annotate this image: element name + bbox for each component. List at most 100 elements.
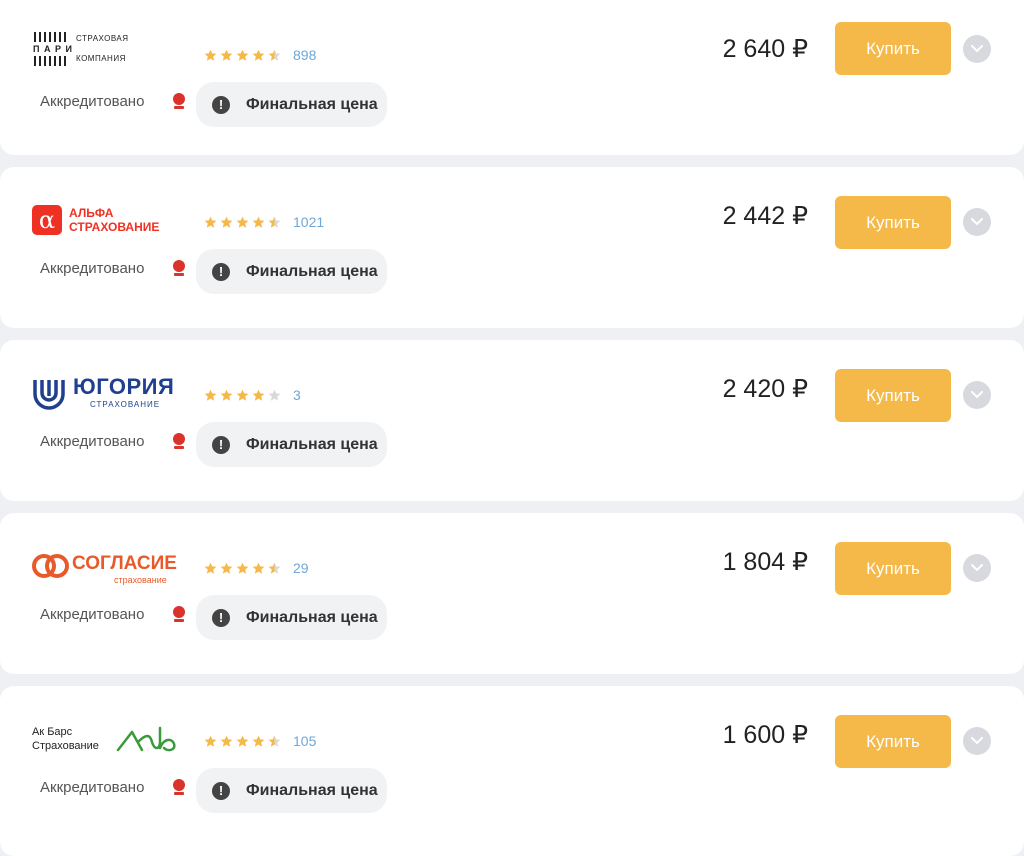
review-count[interactable]: 3 xyxy=(293,387,301,403)
star-icon xyxy=(252,49,265,61)
final-price-badge[interactable]: ! Финальная цена xyxy=(196,768,387,813)
info-icon: ! xyxy=(212,262,230,281)
rating: 105 xyxy=(204,732,316,750)
rating-stars xyxy=(204,735,281,748)
logo-text-top: АЛЬФА xyxy=(69,206,114,220)
star-icon xyxy=(252,562,265,574)
price: 1 600 ₽ xyxy=(722,721,808,749)
logo-text-bottom: СТРАХОВАНИЕ xyxy=(90,400,161,409)
star-icon xyxy=(204,562,217,574)
accredited-label: Аккредитовано xyxy=(40,606,145,623)
star-icon xyxy=(236,389,249,401)
expand-chevron-icon[interactable] xyxy=(963,208,991,236)
info-icon: ! xyxy=(212,608,230,627)
company-logo: Ак Барс Страхование xyxy=(32,714,192,758)
company-logo: СТРАХОВАЯ П А Р И КОМПАНИЯ xyxy=(32,28,192,72)
offer-card: СТРАХОВАЯ П А Р И КОМПАНИЯ 898 Аккредито… xyxy=(0,0,1024,155)
expand-chevron-icon[interactable] xyxy=(963,381,991,409)
buy-button[interactable]: Купить xyxy=(835,715,951,768)
rating: 29 xyxy=(204,559,309,577)
star-icon xyxy=(268,216,281,228)
star-icon xyxy=(220,735,233,747)
info-icon: ! xyxy=(212,435,230,454)
buy-button[interactable]: Купить xyxy=(835,22,951,75)
star-icon xyxy=(236,735,249,747)
logo-text-top: Ак Барс xyxy=(32,726,73,738)
company-logo: ЮГОРИЯ СТРАХОВАНИЕ xyxy=(32,368,192,412)
final-price-badge[interactable]: ! Финальная цена xyxy=(196,249,387,294)
accredited-label: Аккредитовано xyxy=(40,433,145,450)
star-icon xyxy=(204,216,217,228)
star-icon xyxy=(252,216,265,228)
offer-card: ЮГОРИЯ СТРАХОВАНИЕ 3 Аккредитовано ! Фин… xyxy=(0,340,1024,501)
star-icon xyxy=(204,49,217,61)
final-price-label: Финальная цена xyxy=(246,435,378,453)
company-logo: α АЛЬФА СТРАХОВАНИЕ xyxy=(32,195,192,239)
logo-text-bottom: страхование xyxy=(114,575,167,585)
logo-text-top: ЮГОРИЯ xyxy=(73,374,175,399)
medal-icon xyxy=(173,93,185,109)
star-icon xyxy=(220,216,233,228)
star-icon xyxy=(252,735,265,747)
company-logo: СОГЛАСИЕ страхование xyxy=(32,541,192,585)
final-price-badge[interactable]: ! Финальная цена xyxy=(196,595,387,640)
buy-button[interactable]: Купить xyxy=(835,542,951,595)
offer-card: α АЛЬФА СТРАХОВАНИЕ 1021 Аккредитовано !… xyxy=(0,167,1024,328)
rating: 898 xyxy=(204,46,316,64)
review-count[interactable]: 29 xyxy=(293,560,309,576)
alpha-logo-mark: α xyxy=(32,205,62,235)
final-price-label: Финальная цена xyxy=(246,781,378,799)
star-icon xyxy=(268,389,281,401)
final-price-label: Финальная цена xyxy=(246,608,378,626)
price: 2 420 ₽ xyxy=(722,375,808,403)
price: 1 804 ₽ xyxy=(722,548,808,576)
rating-stars xyxy=(204,216,281,229)
rating-stars xyxy=(204,389,281,402)
expand-chevron-icon[interactable] xyxy=(963,35,991,63)
star-icon xyxy=(268,562,281,574)
star-icon xyxy=(220,389,233,401)
star-icon xyxy=(204,735,217,747)
star-icon xyxy=(236,562,249,574)
logo-text-bottom: СТРАХОВАНИЕ xyxy=(69,220,160,234)
rating-stars xyxy=(204,49,281,62)
rating: 1021 xyxy=(204,213,324,231)
info-icon: ! xyxy=(212,781,230,800)
review-count[interactable]: 898 xyxy=(293,47,316,63)
expand-chevron-icon[interactable] xyxy=(963,727,991,755)
star-icon xyxy=(236,216,249,228)
offer-card: Ак Барс Страхование 105 Аккредитовано ! … xyxy=(0,686,1024,856)
price: 2 442 ₽ xyxy=(722,202,808,230)
rating-stars xyxy=(204,562,281,575)
review-count[interactable]: 1021 xyxy=(293,214,324,230)
star-icon xyxy=(268,735,281,747)
star-icon xyxy=(220,49,233,61)
final-price-badge[interactable]: ! Финальная цена xyxy=(196,422,387,467)
review-count[interactable]: 105 xyxy=(293,733,316,749)
star-icon xyxy=(252,389,265,401)
logo-text-bottom: Страхование xyxy=(32,740,99,752)
star-icon xyxy=(268,49,281,61)
medal-icon xyxy=(173,433,185,449)
logo-text-mid: П А Р И xyxy=(33,44,73,54)
buy-button[interactable]: Купить xyxy=(835,196,951,249)
akbars-logo-mark xyxy=(116,726,176,752)
buy-button[interactable]: Купить xyxy=(835,369,951,422)
offer-card: СОГЛАСИЕ страхование 29 Аккредитовано ! … xyxy=(0,513,1024,674)
star-icon xyxy=(220,562,233,574)
medal-icon xyxy=(173,260,185,276)
info-icon: ! xyxy=(212,95,230,114)
soglasie-logo-mark xyxy=(32,554,69,578)
medal-icon xyxy=(173,779,185,795)
expand-chevron-icon[interactable] xyxy=(963,554,991,582)
logo-text-bottom: КОМПАНИЯ xyxy=(76,54,126,63)
logo-text-top: СТРАХОВАЯ xyxy=(76,34,129,43)
accredited-label: Аккредитовано xyxy=(40,93,145,110)
ugoria-logo-mark xyxy=(33,380,65,410)
logo-text-top: СОГЛАСИЕ xyxy=(72,553,177,574)
final-price-badge[interactable]: ! Финальная цена xyxy=(196,82,387,127)
accredited-label: Аккредитовано xyxy=(40,779,145,796)
accredited-label: Аккредитовано xyxy=(40,260,145,277)
final-price-label: Финальная цена xyxy=(246,95,378,113)
price: 2 640 ₽ xyxy=(722,35,808,63)
